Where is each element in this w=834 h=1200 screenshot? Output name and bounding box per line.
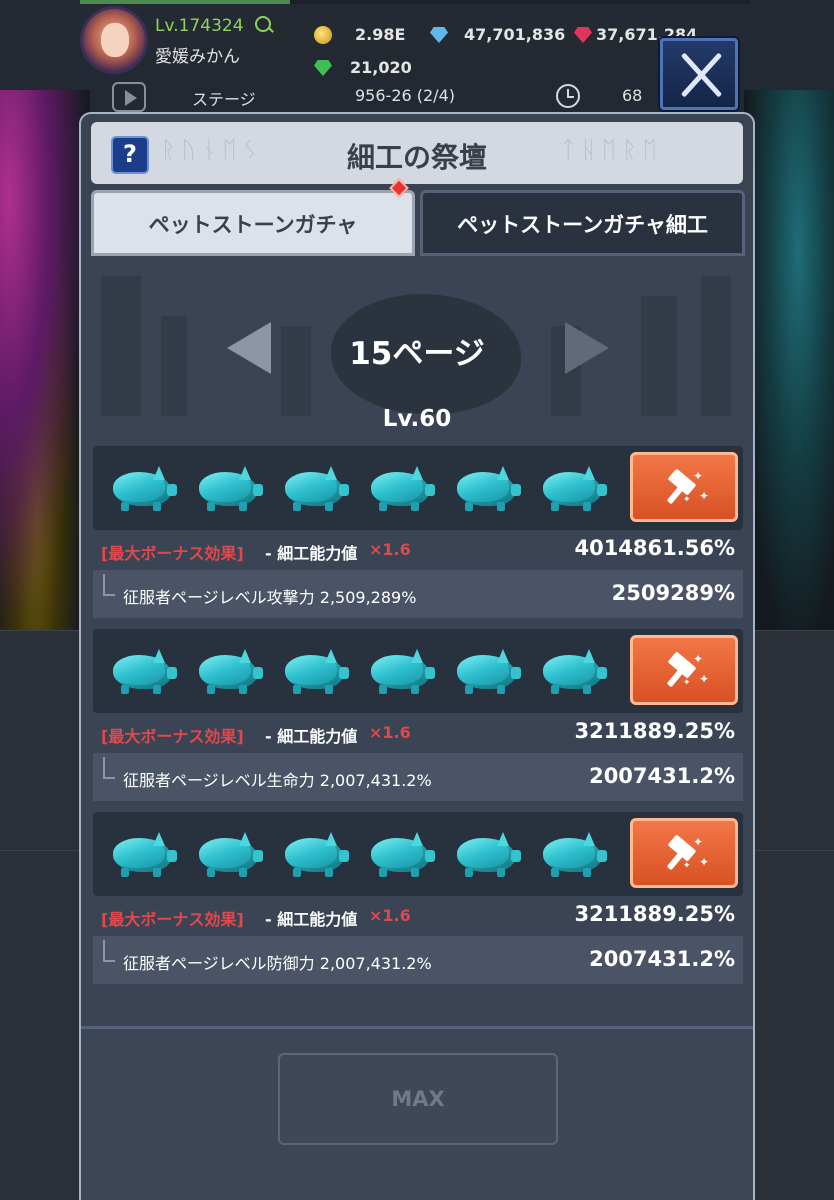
- hammer-icon: ✦ ✦ ✦: [663, 834, 709, 875]
- tree-connector: [103, 757, 115, 779]
- green-gem-icon: [314, 60, 332, 76]
- bonus-tag: [最大ボーナス効果]: [101, 910, 244, 929]
- page-label: 15ページ: [349, 336, 485, 372]
- play-icon[interactable]: [112, 82, 146, 112]
- craft-content: 15ページ Lv.60 ✦ ✦ ✦ [最大ボーナス効果] - 細工能力値 ×1.6 4014…: [81, 256, 753, 1026]
- pet-stone-icon[interactable]: [539, 832, 609, 878]
- player-name: 愛媛みかん: [155, 47, 240, 67]
- bonus-value: 3211889.25%: [574, 719, 735, 743]
- bonus-row: [最大ボーナス効果] - 細工能力値 ×1.6 3211889.25%: [93, 713, 743, 753]
- stat-value: 2509289%: [611, 581, 735, 605]
- background-scene-left: [0, 90, 90, 630]
- modal-header: ᚱᚢᚾᛖᛊ ᛏᚺᛖᚱᛖ ? 細工の祭壇: [91, 122, 743, 184]
- pet-stone-icon[interactable]: [539, 649, 609, 695]
- bonus-multiplier: ×1.6: [369, 723, 411, 742]
- pet-stone-icon[interactable]: [539, 466, 609, 512]
- stat-text: 征服者ページレベル防御力 2,007,431.2%: [123, 954, 432, 973]
- stat-row: 征服者ページレベル防御力 2,007,431.2% 2007431.2%: [93, 936, 743, 984]
- pet-stone-icon[interactable]: [453, 832, 523, 878]
- tree-connector: [103, 940, 115, 962]
- modal-footer: MAX: [81, 1026, 753, 1200]
- pet-stone-icon[interactable]: [453, 649, 523, 695]
- stat-row: 征服者ページレベル攻撃力 2,509,289% 2509289%: [93, 570, 743, 618]
- bonus-text: - 細工能力値: [265, 727, 358, 746]
- gold-amount: 2.98E: [355, 25, 406, 44]
- bonus-tag: [最大ボーナス効果]: [101, 544, 244, 563]
- pet-stone-icon[interactable]: [195, 649, 265, 695]
- red-gem-icon: [574, 27, 592, 43]
- player-level: Lv.174324: [155, 16, 244, 36]
- craft-button[interactable]: ✦ ✦ ✦: [630, 452, 738, 522]
- pet-stone-icon[interactable]: [453, 466, 523, 512]
- game-screen: Lv.174324 愛媛みかん 2.98E 47,701,836 37,671,…: [0, 0, 834, 1200]
- bonus-value: 4014861.56%: [574, 536, 735, 560]
- pet-stone-icon[interactable]: [109, 649, 179, 695]
- search-icon[interactable]: [255, 16, 271, 32]
- bonus-row: [最大ボーナス効果] - 細工能力値 ×1.6 4014861.56%: [93, 530, 743, 570]
- bonus-multiplier: ×1.6: [369, 540, 411, 559]
- stat-text: 征服者ページレベル攻撃力 2,509,289%: [123, 588, 417, 607]
- stat-value: 2007431.2%: [589, 764, 735, 788]
- max-button[interactable]: MAX: [278, 1053, 558, 1145]
- stat-value: 2007431.2%: [589, 947, 735, 971]
- pet-stone-icon[interactable]: [109, 832, 179, 878]
- craft-button[interactable]: ✦ ✦ ✦: [630, 635, 738, 705]
- stage-label: ステージ: [192, 90, 256, 109]
- tree-connector: [103, 574, 115, 596]
- pet-stone-row: ✦ ✦ ✦: [93, 629, 743, 713]
- level-label: Lv.60: [382, 406, 452, 432]
- background-scene-right: [744, 90, 834, 630]
- player-avatar[interactable]: [80, 6, 148, 74]
- crafting-altar-modal: ᚱᚢᚾᛖᛊ ᛏᚺᛖᚱᛖ ? 細工の祭壇 ペットストーンガチャ ペットストーンガチ…: [79, 112, 755, 1200]
- stat-row: 征服者ページレベル生命力 2,007,431.2% 2007431.2%: [93, 753, 743, 801]
- craft-button[interactable]: ✦ ✦ ✦: [630, 818, 738, 888]
- bonus-row: [最大ボーナス効果] - 細工能力値 ×1.6 3211889.25%: [93, 896, 743, 936]
- bonus-multiplier: ×1.6: [369, 906, 411, 925]
- bonus-value: 3211889.25%: [574, 902, 735, 926]
- bonus-text: - 細工能力値: [265, 910, 358, 929]
- clock-icon: [556, 84, 580, 108]
- pet-stone-icon[interactable]: [367, 832, 437, 878]
- stage-value: 956-26 (2/4): [355, 86, 455, 105]
- timer-value: 68: [622, 86, 643, 105]
- bonus-text: - 細工能力値: [265, 544, 358, 563]
- tab-pet-stone-gacha-craft[interactable]: ペットストーンガチャ細工: [420, 190, 745, 256]
- blue-gem-icon: [430, 27, 448, 43]
- xp-bar: [80, 0, 750, 4]
- pet-stone-icon[interactable]: [281, 466, 351, 512]
- pet-stone-row: ✦ ✦ ✦: [93, 446, 743, 530]
- blue-gem-amount: 47,701,836: [464, 25, 566, 44]
- tab-pet-stone-gacha[interactable]: ペットストーンガチャ: [91, 190, 415, 256]
- pet-stone-icon[interactable]: [281, 649, 351, 695]
- close-icon[interactable]: [660, 38, 738, 110]
- modal-title: 細工の祭壇: [346, 141, 487, 174]
- pet-stone-icon[interactable]: [195, 466, 265, 512]
- green-gem-amount: 21,020: [350, 58, 412, 77]
- arrow-left-icon[interactable]: [227, 322, 271, 374]
- bonus-tag: [最大ボーナス効果]: [101, 727, 244, 746]
- arrow-right-icon[interactable]: [565, 322, 609, 374]
- pet-stone-icon[interactable]: [109, 466, 179, 512]
- stat-text: 征服者ページレベル生命力 2,007,431.2%: [123, 771, 432, 790]
- pet-stone-icon[interactable]: [367, 466, 437, 512]
- coin-icon: [314, 26, 332, 44]
- hammer-icon: ✦ ✦ ✦: [663, 651, 709, 692]
- pet-stone-icon[interactable]: [281, 832, 351, 878]
- hammer-icon: ✦ ✦ ✦: [663, 468, 709, 509]
- pet-stone-row: ✦ ✦ ✦: [93, 812, 743, 896]
- pet-stone-icon[interactable]: [367, 649, 437, 695]
- pet-stone-icon[interactable]: [195, 832, 265, 878]
